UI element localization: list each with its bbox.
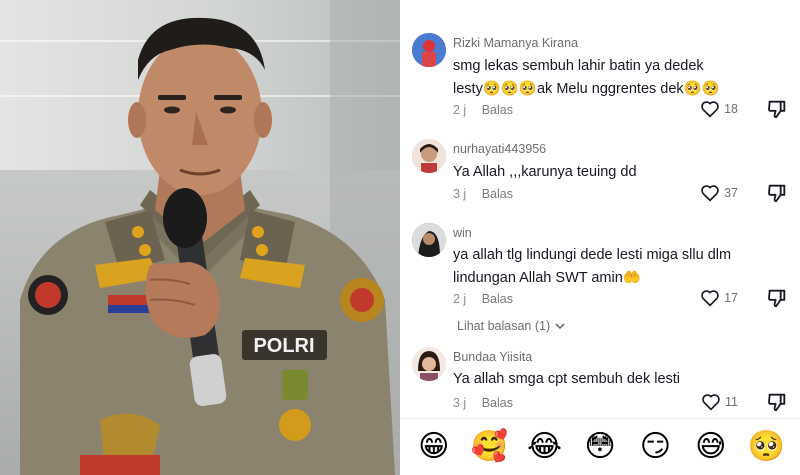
reply-button[interactable]: Balas <box>482 292 513 306</box>
heart-outline-icon <box>701 290 719 307</box>
view-replies-label: Lihat balasan (1) <box>457 319 551 333</box>
comment-meta: 2 j Balas <box>453 103 513 117</box>
video-player[interactable]: POLRI <box>0 0 400 475</box>
emoji-sweat-smile-button[interactable]: 😅 <box>691 427 731 467</box>
thumb-down-outline-icon[interactable] <box>766 287 788 309</box>
comment-text: ya allah tlg lindungi dede lesti miga sl… <box>453 244 753 290</box>
comment-meta: 2 j Balas <box>453 292 513 306</box>
comment-age: 2 j <box>453 292 467 306</box>
like-count: 37 <box>724 186 738 200</box>
emoji-quick-bar: 😁 🥰 😂 😳 😏 😅 🥺 <box>400 418 800 475</box>
emoji-pleading-button[interactable]: 🥺 <box>746 427 786 467</box>
comment-age: 3 j <box>453 396 467 410</box>
comment-age: 2 j <box>453 103 467 117</box>
view-replies-button[interactable]: Lihat balasan (1) <box>457 319 566 333</box>
like-button[interactable]: 37 <box>700 184 738 202</box>
comment-username[interactable]: nurhayati443956 <box>453 142 546 156</box>
emoji-flushed-button[interactable]: 😳 <box>580 427 620 467</box>
emoji-smirk-button[interactable]: 😏 <box>635 427 675 467</box>
thumb-down-outline-icon[interactable] <box>766 391 788 413</box>
comments-panel: Rizki Mamanya Kirana smg lekas sembuh la… <box>400 0 800 475</box>
like-count: 18 <box>724 102 738 116</box>
comment-text: Ya allah smga cpt sembuh dek lesti <box>453 368 753 391</box>
comment-meta: 3 j Balas <box>453 396 513 410</box>
like-button[interactable]: 11 <box>701 393 738 411</box>
reply-button[interactable]: Balas <box>482 103 513 117</box>
comment-text-line: smg lekas sembuh lahir batin ya dedek <box>453 58 704 74</box>
comment-username[interactable]: Rizki Mamanya Kirana <box>453 36 578 50</box>
heart-outline-icon <box>701 101 719 118</box>
comment-text-line: Ya Allah ,,,karunya teuing dd <box>453 164 637 180</box>
comment-text-line: Ya allah smga cpt sembuh dek lesti <box>453 371 681 387</box>
avatar[interactable] <box>412 347 446 381</box>
comment-age: 3 j <box>453 187 467 201</box>
heart-outline-icon <box>701 185 719 202</box>
comment-text: smg lekas sembuh lahir batin ya dedek le… <box>453 55 753 101</box>
emoji-hearts-button[interactable]: 🥰 <box>469 427 509 467</box>
reply-button[interactable]: Balas <box>482 396 513 410</box>
comment-meta: 3 j Balas <box>453 187 513 201</box>
chevron-down-icon <box>555 323 565 330</box>
like-count: 17 <box>724 291 738 305</box>
comment-text-line: lesty🥺🥺🥺ak Melu nggrentes dek🥺🥺 <box>453 81 720 97</box>
avatar[interactable] <box>412 223 446 257</box>
comment-username[interactable]: win <box>453 226 472 240</box>
thumb-down-outline-icon[interactable] <box>766 98 788 120</box>
like-button[interactable]: 17 <box>700 289 738 307</box>
reply-button[interactable]: Balas <box>482 187 513 201</box>
polri-patch-text: POLRI <box>253 335 314 357</box>
thumb-down-outline-icon[interactable] <box>766 182 788 204</box>
avatar[interactable] <box>412 33 446 67</box>
comment-text-line: ya allah tlg lindungi dede lesti miga sl… <box>453 247 732 263</box>
comment-text: Ya Allah ,,,karunya teuing dd <box>453 161 753 184</box>
comment-username[interactable]: Bundaa Yiisita <box>453 350 532 364</box>
heart-outline-icon <box>702 394 720 411</box>
emoji-grin-button[interactable]: 😁 <box>414 427 454 467</box>
avatar[interactable] <box>412 139 446 173</box>
emoji-joy-button[interactable]: 😂 <box>525 427 565 467</box>
like-button[interactable]: 18 <box>700 100 738 118</box>
video-frame-speaker: POLRI <box>20 0 400 475</box>
like-count: 11 <box>725 395 738 409</box>
comment-text-line: lindungan Allah SWT amin🤲 <box>453 270 641 286</box>
